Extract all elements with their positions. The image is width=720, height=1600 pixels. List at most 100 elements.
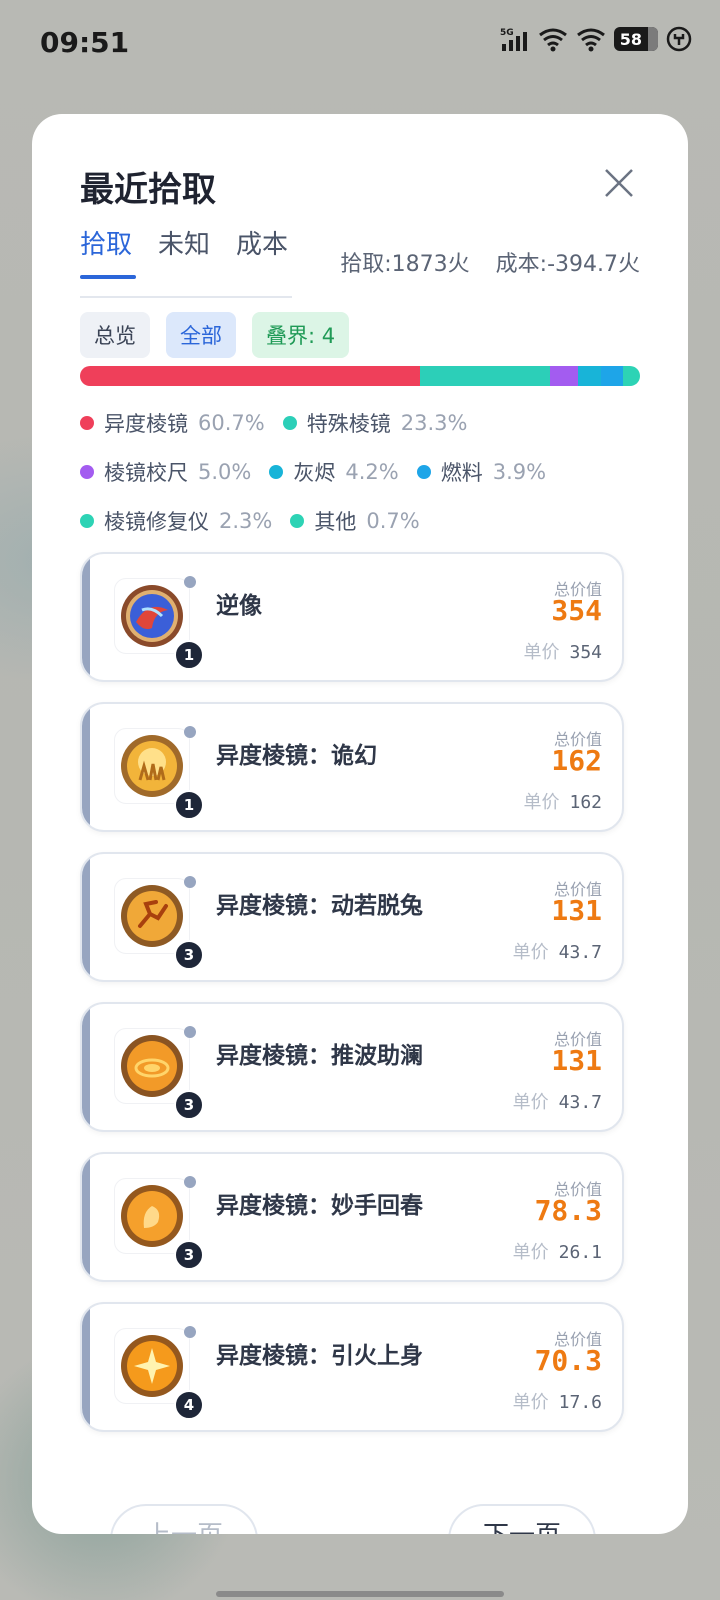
unit-price-label: 单价 [523, 642, 560, 663]
tab-underline [80, 296, 292, 298]
legend-item: 特殊棱镜 23.3% [282, 408, 468, 438]
item-name: 异度棱镜：动若脱兔 [216, 893, 423, 919]
item-count: 4 [174, 1390, 204, 1420]
status-bar: 09:51 5G 58 [0, 0, 720, 90]
total-value: 131 [551, 1044, 602, 1077]
status-dot [184, 726, 196, 738]
item-count: 1 [174, 640, 204, 670]
tab-unknown[interactable]: 未知 [158, 224, 210, 279]
cellular-signal-icon: 5G [500, 28, 527, 51]
legend-name: 棱镜修复仪 [104, 509, 209, 534]
distribution-legend: 异度棱镜 60.7% 特殊棱镜 23.3% 棱镜校尺 5.0% 灰烬 4.2% [80, 398, 660, 545]
filter-chips: 总览 全部 叠界: 4 [80, 312, 350, 358]
legend-item: 棱镜校尺 5.0% [80, 457, 251, 487]
legend-pct: 4.2% [345, 459, 399, 484]
item-count: 3 [174, 1240, 204, 1270]
unit-price-label: 单价 [512, 1092, 549, 1113]
distribution-bar [80, 366, 640, 386]
legend-pct: 3.9% [492, 459, 547, 484]
loot-item-card[interactable]: 3 异度棱镜：推波助澜 总价值 131 单价 43.7 [80, 1002, 624, 1132]
loot-item-card[interactable]: 3 异度棱镜：妙手回春 总价值 78.3 单价 26.1 [80, 1152, 624, 1282]
item-name: 异度棱镜：推波助澜 [216, 1043, 423, 1069]
legend-dot [269, 464, 284, 479]
unit-price: 单价 26.1 [513, 1238, 602, 1264]
legend-item: 其他 0.7% [290, 506, 420, 536]
status-dot [184, 1326, 196, 1338]
item-name: 异度棱镜：诡幻 [216, 743, 377, 769]
item-name: 异度棱镜：引火上身 [216, 1343, 423, 1369]
distribution-segment [623, 366, 637, 386]
loot-item-card[interactable]: 3 异度棱镜：动若脱兔 总价值 131 单价 43.7 [80, 852, 624, 982]
summary-cost: 成本:-394.7火 [495, 252, 640, 277]
modal-title: 最近拾取 [80, 170, 216, 210]
distribution-segment [549, 366, 578, 386]
charging-icon [666, 26, 692, 52]
legend-pct: 5.0% [198, 459, 252, 484]
item-count: 3 [174, 940, 204, 970]
close-icon[interactable] [602, 166, 636, 200]
recent-pickup-modal: 最近拾取 拾取 未知 成本 拾取:1873火 成本:-394.7火 总览 全部 … [32, 114, 688, 1534]
tab-cost[interactable]: 成本 [236, 224, 288, 279]
next-page-button[interactable]: 下一页 [448, 1504, 596, 1534]
loot-item-card[interactable]: 1 异度棱镜：诡幻 总价值 162 单价 162 [80, 702, 624, 832]
chip-all[interactable]: 全部 [166, 312, 236, 358]
unit-price-label: 单价 [512, 1392, 549, 1413]
total-value: 354 [551, 594, 602, 627]
legend-pct: 23.3% [400, 410, 468, 435]
unit-price: 单价 17.6 [513, 1388, 602, 1414]
distribution-segment [636, 366, 640, 386]
unit-price-label: 单价 [512, 1242, 549, 1263]
unit-price-label: 单价 [523, 792, 560, 813]
loot-item-card[interactable]: 1 逆像 总价值 354 单价 354 [80, 552, 624, 682]
legend-dot [80, 464, 94, 479]
summary: 拾取:1873火 成本:-394.7火 [340, 246, 640, 278]
card-accent [82, 1154, 90, 1280]
legend-item: 灰烬 4.2% [269, 457, 399, 487]
legend-item: 棱镜修复仪 2.3% [80, 506, 272, 536]
tab-pickup[interactable]: 拾取 [80, 224, 137, 279]
total-value: 162 [551, 744, 602, 777]
chip-overview[interactable]: 总览 [80, 312, 150, 358]
chip-layer[interactable]: 叠界: 4 [252, 312, 350, 358]
card-accent [82, 704, 90, 830]
unit-price: 单价 162 [523, 788, 602, 814]
status-dot [184, 1026, 196, 1038]
card-accent [82, 854, 90, 980]
legend-pct: 60.7% [198, 410, 265, 435]
unit-price-value: 43.7 [558, 942, 602, 963]
legend-dot [416, 464, 431, 479]
card-accent [82, 1004, 90, 1130]
hand-orb-icon [121, 1185, 183, 1247]
prev-page-button[interactable]: 上一页 [110, 1504, 258, 1534]
unit-price-label: 单价 [512, 942, 549, 963]
swirl-orb-icon [121, 585, 183, 647]
wave-orb-icon [121, 1035, 183, 1097]
home-indicator [216, 1591, 504, 1597]
distribution-segment [601, 366, 624, 386]
legend-name: 其他 [314, 509, 357, 534]
unit-price: 单价 354 [523, 638, 602, 664]
legend-name: 灰烬 [293, 460, 336, 485]
unit-price: 单价 43.7 [513, 938, 602, 964]
item-name: 逆像 [216, 593, 262, 619]
unit-price-value: 354 [569, 642, 602, 663]
item-name: 异度棱镜：妙手回春 [216, 1193, 423, 1219]
unit-price-value: 43.7 [558, 1092, 602, 1113]
loot-item-card[interactable]: 4 异度棱镜：引火上身 总价值 70.3 单价 17.6 [80, 1302, 624, 1432]
wifi-icon-2 [576, 28, 605, 52]
legend-pct: 0.7% [366, 508, 420, 533]
unit-price: 单价 43.7 [513, 1088, 602, 1114]
svg-text:5G: 5G [500, 28, 514, 38]
legend-item: 异度棱镜 60.7% [80, 408, 265, 438]
legend-dot [80, 513, 94, 528]
unit-price-value: 26.1 [558, 1242, 602, 1263]
battery-indicator: 58 [613, 27, 658, 51]
legend-item: 燃料 3.9% [416, 457, 547, 487]
ghost-orb-icon [121, 735, 183, 797]
card-accent [82, 554, 90, 680]
card-accent [82, 1304, 90, 1430]
legend-name: 异度棱镜 [104, 411, 188, 436]
total-value: 131 [551, 894, 602, 927]
unit-price-value: 162 [569, 792, 602, 813]
status-dot [184, 1176, 196, 1188]
